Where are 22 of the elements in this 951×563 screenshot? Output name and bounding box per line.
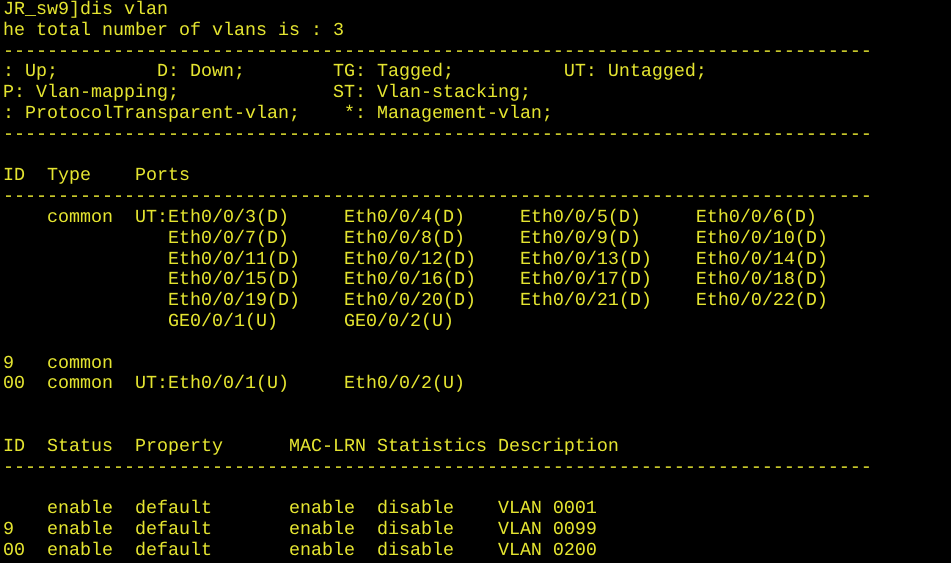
terminal-line: 00 enable default enable disable VLAN 0200 (3, 540, 597, 561)
terminal-line: : ProtocolTransparent-vlan; *: Management-vlan; (3, 102, 553, 124)
terminal-line: ------------------------------------------------------------------------------- (3, 124, 872, 145)
terminal-line: GE0/0/1(U) GE0/0/2(U) (166, 310, 454, 332)
terminal-line: Eth0/0/19(D) Eth0/0/20(D) Eth0/0/21(D) Eth0/0/22(D) (166, 290, 828, 312)
terminal-line: ID Type Ports (3, 165, 190, 186)
terminal-line: common UT:Eth0/0/3(D) Eth0/0/4(D) Eth0/0/5(D) Eth0/0/6(D) (46, 206, 817, 228)
terminal-line: enable default enable disable VLAN 0001 (46, 498, 597, 520)
terminal-line: he total number of vlans is : 3 (3, 20, 344, 41)
terminal-line: ------------------------------------------------------------------------------- (3, 186, 872, 208)
terminal-line: 9 common (3, 352, 113, 374)
terminal-line: JR_sw9]dis vlan (3, 0, 168, 20)
terminal-line: Eth0/0/7(D) Eth0/0/8(D) Eth0/0/9(D) Eth0/0/10(D) (166, 228, 828, 249)
terminal-line: : Up; D: Down; TG: Tagged; UT: Untagged; (3, 61, 707, 82)
terminal-line: 9 enable default enable disable VLAN 0099 (3, 518, 597, 540)
terminal-line: ------------------------------------------------------------------------------- (3, 40, 872, 62)
terminal-line: ------------------------------------------------------------------------------- (3, 456, 872, 478)
terminal-line: Eth0/0/15(D) Eth0/0/16(D) Eth0/0/17(D) Eth0/0/18(D) (166, 269, 828, 290)
terminal-line: P: Vlan-mapping; ST: Vlan-stacking; (3, 82, 531, 104)
terminal-line: Eth0/0/11(D) Eth0/0/12(D) Eth0/0/13(D) Eth0/0/14(D) (166, 248, 828, 270)
terminal-line: 00 common UT:Eth0/0/1(U) Eth0/0/2(U) (3, 373, 465, 394)
terminal-line: ID Status Property MAC-LRN Statistics Description (3, 436, 619, 457)
